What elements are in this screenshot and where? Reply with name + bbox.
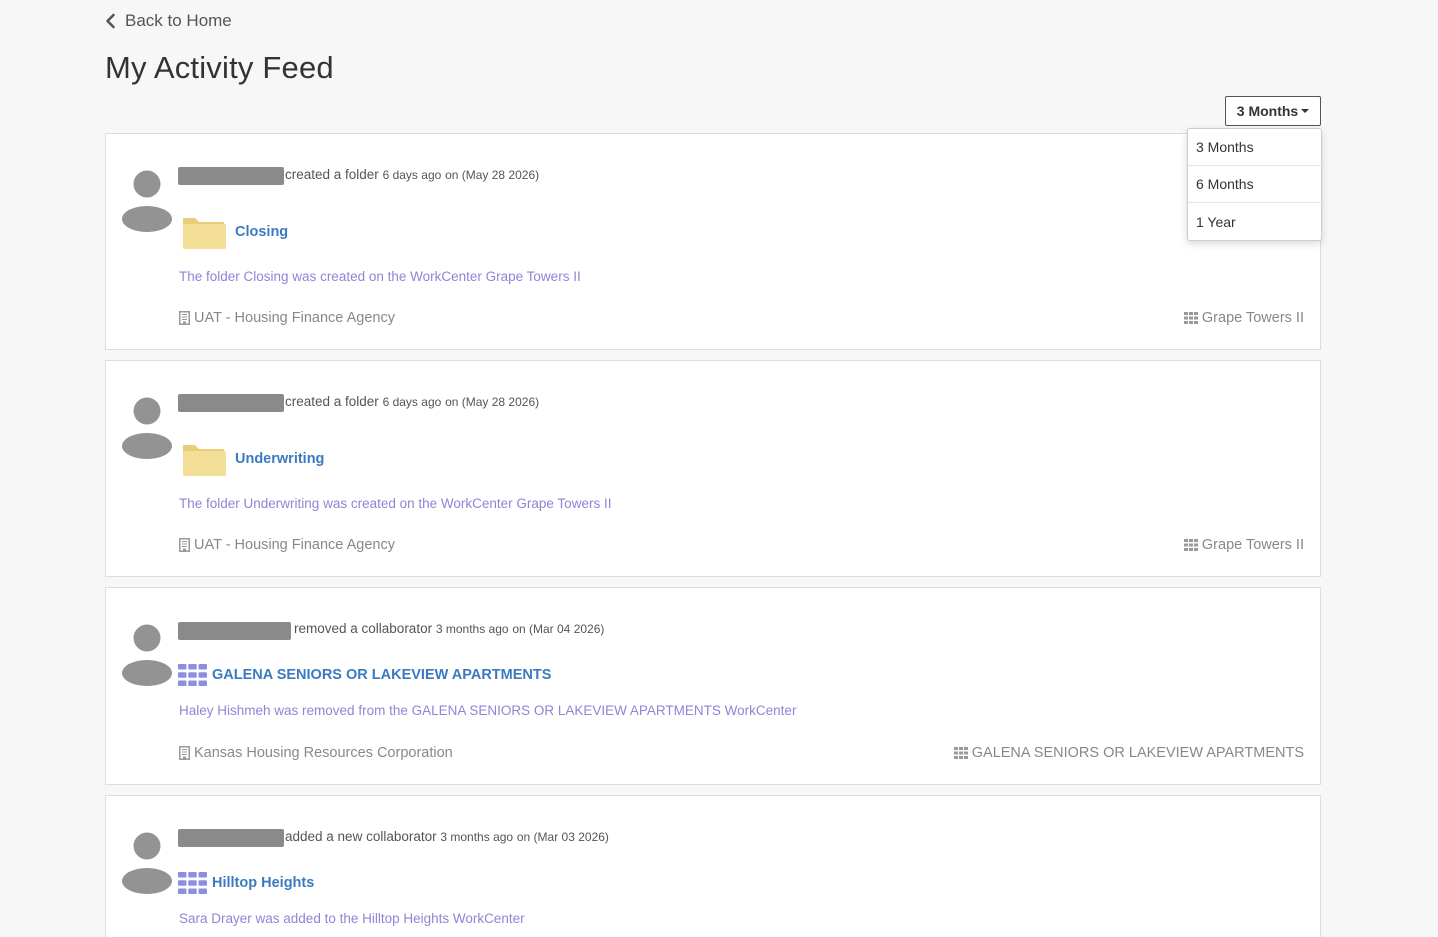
time-range-option-6-months[interactable]: 6 Months — [1188, 166, 1321, 203]
user-avatar-icon — [120, 826, 174, 894]
activity-feed-page: Back to Home My Activity Feed 3 Months 3… — [0, 0, 1438, 937]
workcenter-name: Grape Towers II — [1201, 537, 1304, 553]
organization-label: UAT - Housing Finance Agency — [179, 310, 395, 326]
activity-date: on (Mar 04 2026) — [512, 622, 605, 636]
activity-summary: created a folder 6 days ago on (May 28 2… — [285, 167, 539, 182]
redacted-user-name — [178, 167, 284, 185]
activity-summary: created a folder 6 days ago on (May 28 2… — [285, 394, 539, 409]
workcenter-grid-icon — [1183, 312, 1198, 324]
activity-date: on (May 28 2026) — [445, 395, 540, 409]
user-avatar-icon — [120, 618, 174, 686]
user-avatar-icon — [120, 391, 174, 459]
workcenter-grid-icon — [953, 747, 968, 759]
activity-object: Underwriting — [178, 439, 324, 479]
activity-relative-time: 6 days ago — [382, 168, 442, 182]
object-link[interactable]: Hilltop Heights — [212, 875, 314, 891]
activity-card: added a new collaborator 3 months ago on… — [105, 795, 1321, 937]
activity-action: created a folder — [285, 167, 379, 182]
activity-relative-time: 6 days ago — [382, 395, 442, 409]
activity-relative-time: 3 months ago — [440, 830, 514, 844]
redacted-user-name — [178, 829, 284, 847]
caret-down-icon — [1301, 109, 1310, 113]
activity-object: GALENA SENIORS OR LAKEVIEW APARTMENTS — [178, 664, 551, 686]
activity-description: Sara Drayer was added to the Hilltop Hei… — [179, 911, 525, 926]
organization-label: UAT - Housing Finance Agency — [179, 537, 395, 553]
page-title: My Activity Feed — [105, 50, 334, 85]
activity-card: created a folder 6 days ago on (May 28 2… — [105, 360, 1321, 577]
workcenter-grid-icon — [1183, 539, 1198, 551]
activity-description: The folder Closing was created on the Wo… — [179, 269, 581, 284]
building-icon — [179, 311, 190, 325]
activity-object: Closing — [178, 212, 288, 252]
redacted-user-name — [178, 394, 284, 412]
workcenter-label[interactable]: Grape Towers II — [1183, 537, 1304, 553]
time-range-option-1-year[interactable]: 1 Year — [1188, 203, 1321, 240]
back-to-home-label: Back to Home — [125, 11, 232, 30]
time-range-dropdown-button[interactable]: 3 Months — [1225, 96, 1321, 126]
workcenter-label[interactable]: GALENA SENIORS OR LAKEVIEW APARTMENTS — [953, 745, 1304, 761]
workcenter-grid-icon — [178, 872, 207, 894]
activity-date: on (Mar 03 2026) — [516, 830, 609, 844]
activity-description: The folder Underwriting was created on t… — [179, 496, 612, 511]
folder-icon — [178, 212, 230, 252]
building-icon — [179, 538, 190, 552]
activity-card: removed a collaborator 3 months ago on (… — [105, 587, 1321, 785]
organization-label: Kansas Housing Resources Corporation — [179, 745, 453, 761]
activity-object: Hilltop Heights — [178, 872, 314, 894]
workcenter-name: GALENA SENIORS OR LAKEVIEW APARTMENTS — [971, 745, 1304, 761]
activity-action: removed a collaborator — [294, 621, 433, 636]
chevron-left-icon — [105, 13, 116, 29]
activity-card: created a folder 6 days ago on (May 28 2… — [105, 133, 1321, 350]
workcenter-label[interactable]: Grape Towers II — [1183, 310, 1304, 326]
activity-summary: added a new collaborator 3 months ago on… — [285, 829, 609, 844]
time-range-option-3-months[interactable]: 3 Months — [1188, 129, 1321, 166]
object-link[interactable]: Underwriting — [235, 451, 324, 467]
activity-relative-time: 3 months ago — [435, 622, 509, 636]
activity-action: added a new collaborator — [285, 829, 437, 844]
activity-date: on (May 28 2026) — [445, 168, 540, 182]
organization-name: UAT - Housing Finance Agency — [194, 537, 395, 553]
organization-name: UAT - Housing Finance Agency — [194, 310, 395, 326]
workcenter-grid-icon — [178, 664, 207, 686]
user-avatar-icon — [120, 164, 174, 232]
redacted-user-name — [178, 622, 291, 640]
folder-icon — [178, 439, 230, 479]
activity-summary: removed a collaborator 3 months ago on (… — [294, 621, 604, 636]
activity-action: created a folder — [285, 394, 379, 409]
building-icon — [179, 746, 190, 760]
back-to-home-link[interactable]: Back to Home — [105, 11, 232, 31]
organization-name: Kansas Housing Resources Corporation — [194, 745, 453, 761]
object-link[interactable]: GALENA SENIORS OR LAKEVIEW APARTMENTS — [212, 667, 551, 683]
workcenter-name: Grape Towers II — [1201, 310, 1304, 326]
activity-description: Haley Hishmeh was removed from the GALEN… — [179, 703, 797, 718]
time-range-dropdown-menu: 3 Months 6 Months 1 Year — [1187, 128, 1322, 241]
object-link[interactable]: Closing — [235, 224, 288, 240]
time-range-selected-label: 3 Months — [1236, 103, 1299, 119]
